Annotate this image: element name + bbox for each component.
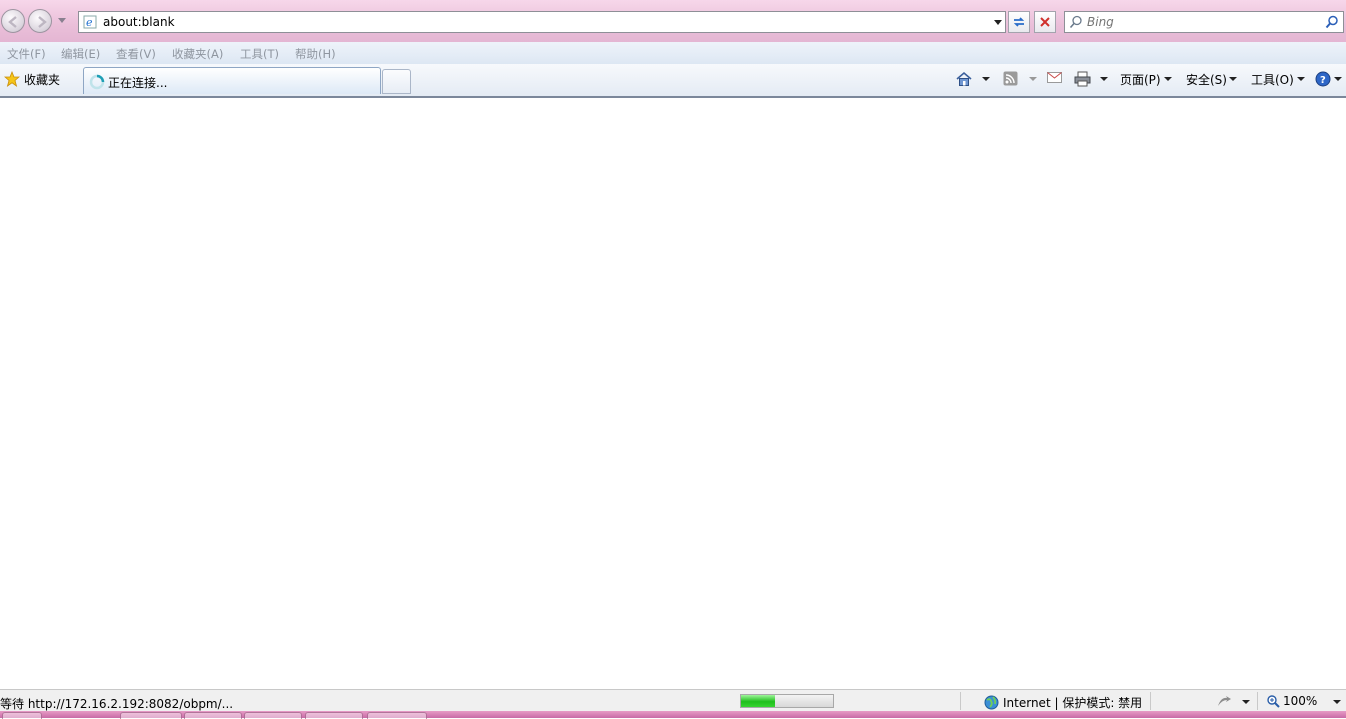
forward-button[interactable] — [28, 9, 52, 33]
favorites-button[interactable]: 收藏夹 — [4, 69, 60, 89]
printer-icon[interactable] — [1074, 71, 1091, 87]
tools-menu-button[interactable]: 工具(O) — [1251, 71, 1294, 88]
progress-fill — [741, 695, 776, 707]
status-divider — [1257, 692, 1258, 710]
page-menu-button[interactable]: 页面(P) — [1120, 71, 1161, 88]
zoom-icon — [1267, 694, 1280, 708]
globe-icon — [984, 695, 999, 710]
svg-text:e: e — [86, 16, 93, 29]
print-dropdown-icon[interactable] — [1100, 77, 1108, 81]
popup-dropdown-icon[interactable] — [1242, 700, 1250, 704]
safety-menu-button[interactable]: 安全(S) — [1186, 71, 1227, 88]
new-tab-button[interactable] — [382, 69, 411, 94]
spinner-icon — [89, 74, 105, 90]
menu-edit[interactable]: 编辑(E) — [61, 46, 100, 62]
forward-arrow-icon — [38, 16, 47, 28]
home-dropdown-icon[interactable] — [982, 77, 990, 81]
security-zone-label: Internet | 保护模式: 禁用 — [1003, 696, 1143, 710]
stop-x-icon — [1040, 17, 1050, 27]
favorites-label: 收藏夹 — [24, 72, 61, 87]
zoom-control[interactable]: 100% — [1267, 694, 1317, 708]
stop-button[interactable] — [1034, 11, 1056, 33]
menu-help[interactable]: 帮助(H) — [295, 46, 336, 62]
taskbar — [0, 711, 1346, 719]
tab-label: 正在连接... — [108, 76, 168, 90]
home-icon[interactable] — [956, 71, 972, 87]
url-text[interactable]: about:blank — [103, 15, 175, 29]
back-button[interactable] — [1, 9, 25, 33]
search-input[interactable] — [1087, 14, 1317, 30]
menu-favorites[interactable]: 收藏夹(A) — [172, 46, 223, 62]
zoom-level: 100% — [1283, 694, 1318, 708]
search-provider-icon — [1069, 15, 1082, 29]
status-divider — [960, 692, 961, 710]
command-bar: 收藏夹 正在连接... 页面(P) 安全(S) 工具(O) ? — [0, 64, 1346, 98]
status-divider — [1150, 692, 1151, 710]
refresh-button[interactable] — [1008, 11, 1030, 33]
back-arrow-icon — [8, 16, 17, 28]
safety-dropdown-icon[interactable] — [1229, 77, 1237, 81]
refresh-icon — [1013, 17, 1025, 27]
help-icon[interactable]: ? — [1315, 71, 1331, 87]
tools-dropdown-icon[interactable] — [1297, 77, 1305, 81]
menu-view[interactable]: 查看(V) — [116, 46, 156, 62]
loading-progress-bar — [740, 694, 834, 708]
svg-text:?: ? — [1320, 75, 1326, 86]
feeds-dropdown-icon[interactable] — [1029, 77, 1037, 81]
help-dropdown-icon[interactable] — [1334, 77, 1342, 81]
recent-pages-dropdown[interactable] — [58, 18, 66, 23]
url-field[interactable]: e about:blank — [78, 11, 1006, 33]
page-dropdown-icon[interactable] — [1164, 77, 1172, 81]
mail-icon[interactable] — [1047, 71, 1062, 84]
menu-bar: 文件(F) 编辑(E) 查看(V) 收藏夹(A) 工具(T) 帮助(H) — [0, 42, 1346, 65]
status-bar: 等待 http://172.16.2.192:8082/obpm/... Int… — [0, 689, 1346, 712]
url-dropdown-chevron-icon[interactable] — [994, 20, 1002, 25]
tab-active[interactable]: 正在连接... — [83, 67, 381, 94]
status-text: 等待 http://172.16.2.192:8082/obpm/... — [0, 697, 234, 711]
search-box[interactable] — [1064, 11, 1344, 33]
ie-page-icon: e — [83, 15, 97, 29]
popup-blocker-icon[interactable] — [1217, 695, 1233, 708]
star-icon — [4, 71, 20, 87]
magnifier-icon[interactable] — [1325, 15, 1339, 29]
address-bar-row: e about:blank — [0, 0, 1346, 42]
menu-file[interactable]: 文件(F) — [7, 46, 46, 62]
rss-icon[interactable] — [1003, 71, 1018, 86]
page-content — [0, 98, 1346, 688]
menu-tools[interactable]: 工具(T) — [240, 46, 279, 62]
security-zone[interactable]: Internet | 保护模式: 禁用 — [984, 694, 1142, 711]
zoom-dropdown-icon[interactable] — [1333, 700, 1341, 704]
